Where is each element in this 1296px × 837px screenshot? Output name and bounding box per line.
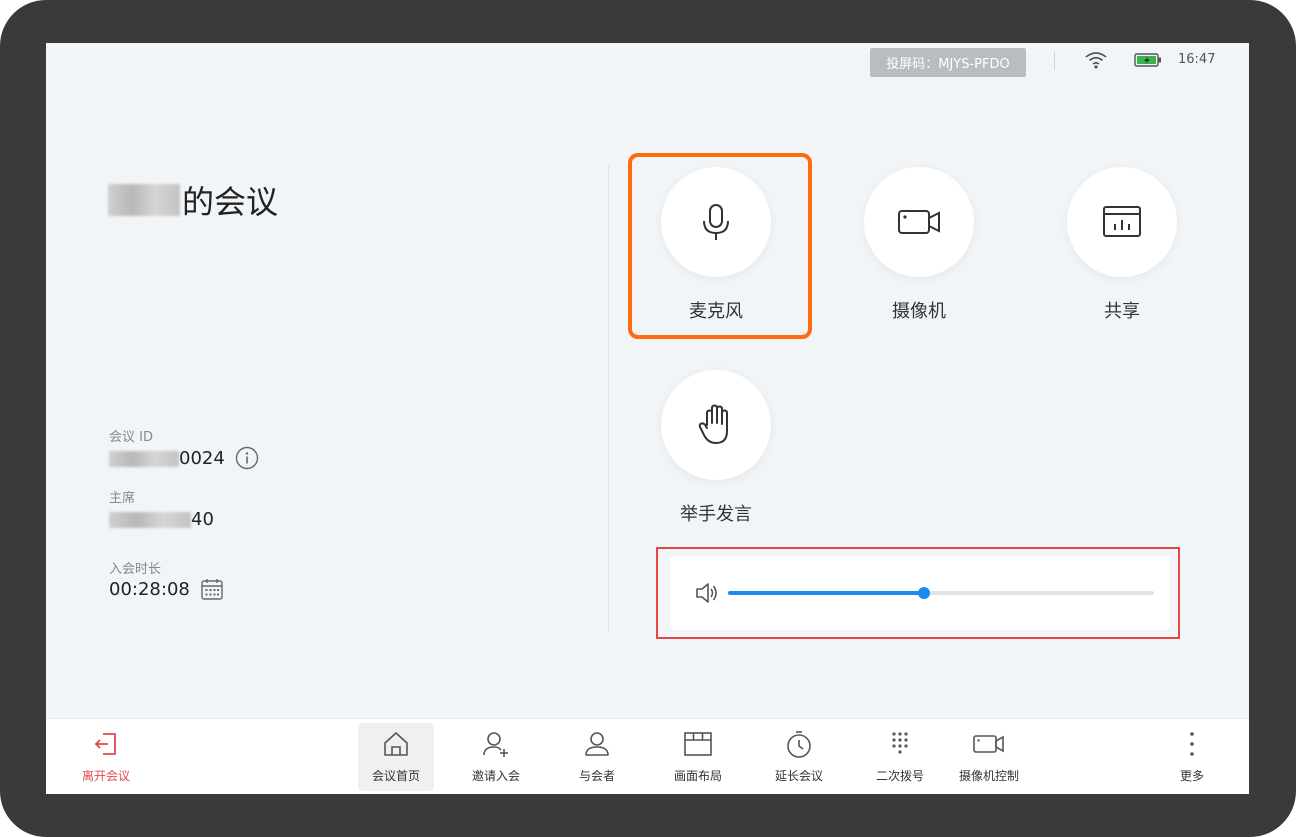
host-label: 主席 [109,491,136,506]
layout-label: 画面布局 [673,769,722,783]
dialpad-button[interactable]: 二次拨号 [862,723,938,791]
share-label: 共享 [1104,301,1140,322]
info-icon[interactable] [235,446,259,470]
camera-label: 摄像机 [892,301,946,322]
camera-control-icon [973,735,1004,753]
camera-button[interactable]: 摄像机 [844,167,994,323]
participants-button[interactable]: 与会者 [559,723,635,791]
host-suffix: 40 [191,509,214,530]
extend-meeting-label: 延长会议 [774,769,823,783]
more-button[interactable]: 更多 [1154,723,1230,791]
add-person-icon [483,732,508,757]
dialpad-label: 二次拨号 [875,769,924,783]
timer-icon [787,731,811,758]
microphone-icon [703,204,729,240]
speaker-icon[interactable] [694,580,720,606]
invite-button[interactable]: 邀请入会 [458,723,534,791]
exit-icon [94,733,116,755]
microphone-circle[interactable] [661,167,771,277]
share-circle[interactable] [1067,167,1177,277]
extend-meeting-button[interactable]: 延长会议 [761,723,837,791]
invite-label: 邀请入会 [471,769,520,783]
host-value: 40 [109,509,214,530]
redacted-id [109,450,179,467]
participants-label: 与会者 [578,769,615,783]
camera-control-label: 摄像机控制 [958,769,1019,783]
camera-circle[interactable] [864,167,974,277]
meeting-home-label: 会议首页 [371,769,420,783]
wifi-icon [1085,52,1107,69]
layout-button[interactable]: 画面布局 [660,723,736,791]
meeting-id-value: 0024 [109,448,225,469]
leave-meeting-label: 离开会议 [81,769,130,783]
more-label: 更多 [1179,769,1204,783]
camera-control-button[interactable]: 摄像机控制 [951,723,1027,791]
volume-slider[interactable] [728,587,1154,599]
share-screen-icon [1103,206,1141,237]
volume-card [670,556,1170,630]
cast-code-badge: 投屏码：MJYS-PFDO [870,48,1026,77]
duration-label: 入会时长 [109,562,162,577]
meeting-home-button[interactable]: 会议首页 [358,723,434,791]
video-camera-icon [898,210,940,234]
microphone-label: 麦克风 [689,301,743,322]
dialpad-icon [892,732,908,754]
more-vertical-icon [1190,732,1194,756]
status-divider [1054,52,1055,70]
raise-hand-button[interactable]: 举手发言 [641,370,791,526]
duration-value: 00:28:08 [109,579,190,600]
panel-divider [608,165,609,631]
meeting-title-suffix: 的会议 [182,183,279,221]
home-icon [384,732,408,756]
calendar-icon [201,579,223,600]
clock: 16:47 [1178,52,1216,67]
battery-charging-icon [1134,53,1161,67]
volume-thumb[interactable] [917,587,930,599]
volume-fill [728,591,924,595]
grid-layout-icon [684,732,712,756]
meeting-screen: 投屏码：MJYS-PFDO 16:47 的会议 会议 ID 0024 主席 40… [46,43,1249,794]
person-icon [585,732,609,756]
meeting-id-label: 会议 ID [109,430,153,445]
raise-hand-icon [698,404,728,444]
meeting-id-suffix: 0024 [179,448,225,469]
redacted-name [108,184,180,216]
raise-hand-label: 举手发言 [680,504,752,525]
raise-hand-circle[interactable] [661,370,771,480]
redacted-host [109,511,191,528]
share-button[interactable]: 共享 [1047,167,1197,323]
bottom-toolbar: 离开会议 会议首页 邀请入会 与会者 画面布局 延长会议 二次拨号 摄像机控制 … [46,718,1249,794]
microphone-button[interactable]: 麦克风 [641,167,791,323]
leave-meeting-button[interactable]: 离开会议 [68,723,144,791]
meeting-title: 的会议 [108,177,278,223]
